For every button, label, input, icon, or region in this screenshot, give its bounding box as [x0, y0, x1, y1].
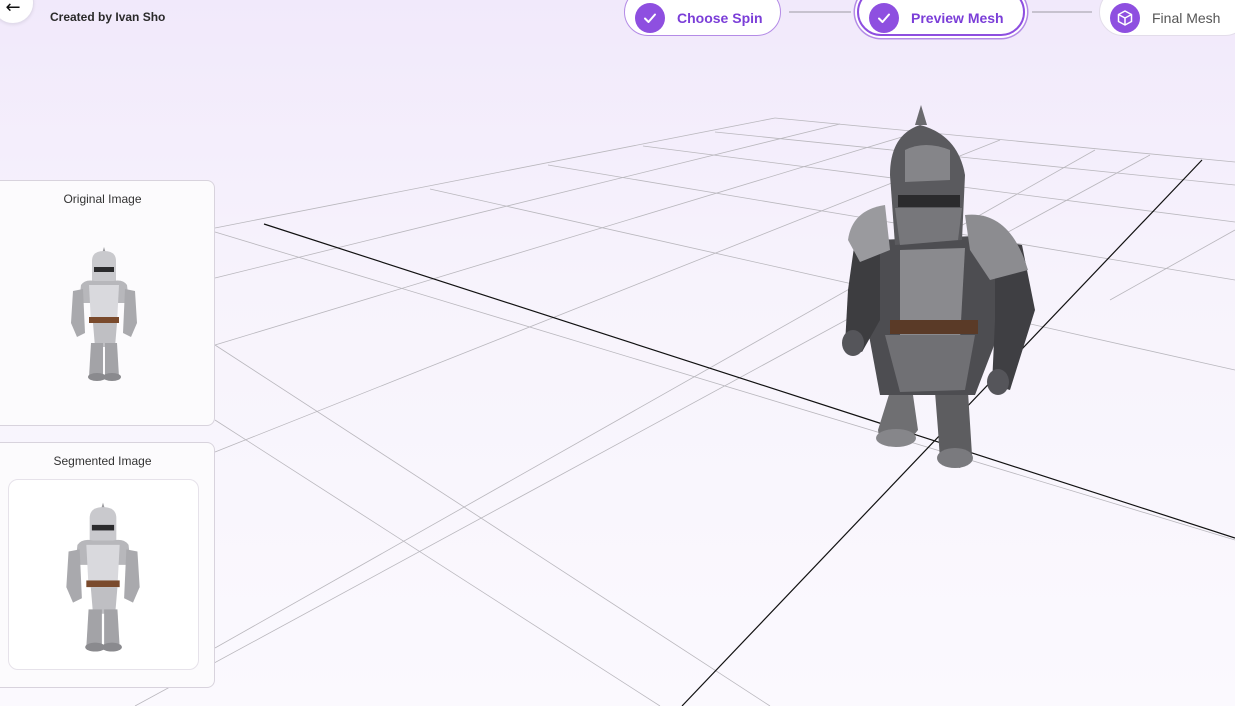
cube-icon [1110, 3, 1140, 33]
step-label: Preview Mesh [911, 10, 1004, 26]
arrow-left-icon: ← [5, 0, 21, 18]
ground-grid [134, 117, 1235, 706]
step-preview-mesh[interactable]: Preview Mesh [857, 0, 1025, 36]
check-icon [869, 3, 899, 33]
step-final-mesh[interactable]: Final Mesh [1099, 0, 1235, 36]
panel-title: Segmented Image [53, 454, 152, 468]
segmented-image-panel: Segmented Image [0, 442, 215, 688]
step-label: Choose Spin [677, 10, 763, 26]
creator-credit: Created by Ivan Sho [50, 10, 166, 24]
step-choose-spin[interactable]: Choose Spin [624, 0, 781, 36]
panel-title: Original Image [63, 192, 142, 206]
check-icon [635, 3, 665, 33]
knight-image [71, 247, 137, 381]
step-connector [1032, 11, 1092, 13]
axis-lines [263, 159, 1235, 706]
original-image-panel: Original Image [0, 180, 215, 426]
knight-image [66, 502, 140, 652]
step-connector [789, 11, 851, 13]
knight-mesh-model[interactable] [842, 105, 1035, 468]
step-label: Final Mesh [1152, 10, 1221, 26]
